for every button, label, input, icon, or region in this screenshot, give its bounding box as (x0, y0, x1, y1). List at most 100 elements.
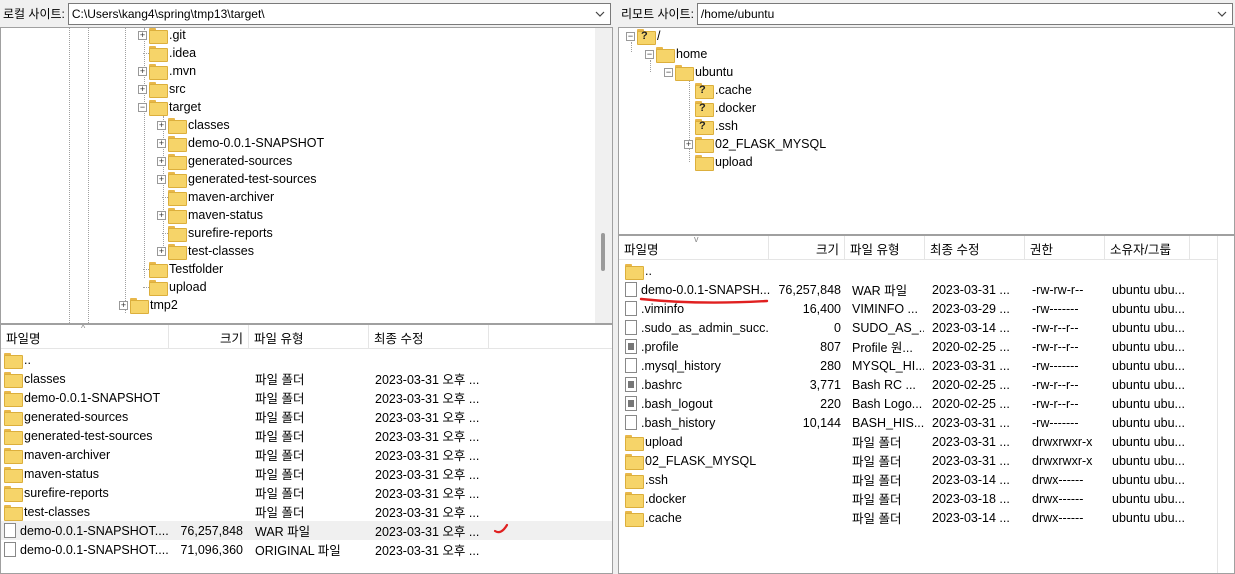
cell-text: .profile (641, 339, 679, 354)
table-row[interactable]: upload 파일 폴더 2023-03-31 ... drwxrwxr-x ubunt… (619, 432, 1234, 451)
table-row[interactable]: .bash_history 10,144 BASH_HIS... 2023-03-31… (619, 413, 1234, 432)
table-row[interactable]: maven-archiver 파일 폴더 2023-03-31 오후 ... (1, 445, 612, 464)
cell-size (769, 470, 841, 489)
local-site-bar: 로컬 사이트: C:\Users\kang4\spring\tmp13\targ… (0, 0, 613, 27)
local-col-name[interactable]: 파일명 (1, 325, 169, 349)
tree-node[interactable]: tmp2 (130, 296, 178, 314)
local-directory-tree[interactable]: + .git .idea + .mvn + src − target + classes + demo-… (0, 27, 613, 324)
tree-node[interactable]: 02_FLASK_MYSQL (695, 135, 826, 153)
table-row[interactable]: 02_FLASK_MYSQL 파일 폴더 2023-03-31 ... drwxrwx… (619, 451, 1234, 470)
cell-type: 파일 폴더 (852, 432, 924, 451)
tree-node[interactable]: ? .cache (695, 81, 752, 99)
tree-node[interactable]: Testfolder (149, 260, 223, 278)
tree-node[interactable]: .mvn (149, 62, 196, 80)
local-col-size[interactable]: 크기 (169, 325, 249, 349)
collapse-toggle-icon[interactable]: − (138, 103, 147, 112)
table-row[interactable]: classes 파일 폴더 2023-03-31 오후 ... (1, 369, 612, 388)
cell-text: 파일 폴더 (255, 506, 305, 520)
remote-col-permissions[interactable]: 권한 (1025, 236, 1105, 260)
remote-col-size[interactable]: 크기 (769, 236, 845, 260)
remote-site-path-combo[interactable]: /home/ubuntu (696, 2, 1233, 25)
collapse-toggle-icon[interactable]: − (626, 32, 635, 41)
expand-toggle-icon[interactable]: + (119, 301, 128, 310)
expand-toggle-icon[interactable]: + (157, 139, 166, 148)
table-row[interactable]: .sudo_as_admin_succ... 0 SUDO_AS_... 2023-0… (619, 318, 1234, 337)
table-row[interactable]: demo-0.0.1-SNAPSHOT.... 76,257,848 WAR 파일 2… (1, 521, 612, 540)
remote-directory-tree[interactable]: −? / − home − ubuntu? .cache? .docker? .ssh +02_F… (618, 27, 1235, 235)
remote-file-list[interactable]: v 파일명 크기 파일 유형 최종 수정 권한 소유자/그룹 .. demo-0.… (618, 235, 1235, 574)
tree-node[interactable]: upload (695, 153, 753, 171)
chevron-down-icon[interactable] (1215, 7, 1229, 21)
table-row[interactable]: .bash_logout 220 Bash Logo... 2020-02-25 ..… (619, 394, 1234, 413)
expand-toggle-icon[interactable]: + (138, 85, 147, 94)
cell-size (169, 369, 243, 388)
cell-name: demo-0.0.1-SNAPSHOT.... (4, 540, 169, 559)
tree-node[interactable]: upload (149, 278, 207, 296)
tree-node[interactable]: generated-test-sources (168, 170, 317, 188)
tree-node[interactable]: src (149, 80, 186, 98)
folder-icon (4, 409, 23, 426)
tree-node[interactable]: ? / (637, 28, 660, 45)
tree-node-label: generated-test-sources (188, 172, 317, 186)
tree-node[interactable]: classes (168, 116, 230, 134)
expand-toggle-icon[interactable]: + (684, 140, 693, 149)
tree-node[interactable]: test-classes (168, 242, 254, 260)
expand-toggle-icon[interactable]: + (138, 31, 147, 40)
table-row[interactable]: .bashrc 3,771 Bash RC ... 2020-02-25 ... -rw… (619, 375, 1234, 394)
tree-node[interactable]: ubuntu (675, 63, 733, 81)
table-row[interactable]: generated-test-sources 파일 폴더 2023-03-31 오후… (1, 426, 612, 445)
table-row[interactable]: test-classes 파일 폴더 2023-03-31 오후 ... (1, 502, 612, 521)
expand-toggle-icon[interactable]: + (157, 157, 166, 166)
tree-node[interactable]: .git (149, 28, 186, 44)
tree-node[interactable]: demo-0.0.1-SNAPSHOT (168, 134, 324, 152)
remote-col-modified[interactable]: 최종 수정 (925, 236, 1025, 260)
expand-toggle-icon[interactable]: + (157, 211, 166, 220)
expand-toggle-icon[interactable]: + (157, 175, 166, 184)
tree-node[interactable]: ? .docker (695, 99, 756, 117)
table-row[interactable]: .. (619, 261, 1234, 280)
tree-node[interactable]: generated-sources (168, 152, 292, 170)
local-file-list[interactable]: ^ 파일명 크기 파일 유형 최종 수정 .. classes 파일 폴더 2023-… (0, 324, 613, 574)
tree-node[interactable]: maven-status (168, 206, 263, 224)
local-site-path-combo[interactable]: C:\Users\kang4\spring\tmp13\target\ (67, 2, 611, 25)
tree-node[interactable]: maven-archiver (168, 188, 274, 206)
table-row[interactable]: demo-0.0.1-SNAPSHOT.... 71,096,360 ORIGINA… (1, 540, 612, 559)
local-col-modified[interactable]: 최종 수정 (369, 325, 489, 349)
tree-node[interactable]: surefire-reports (168, 224, 273, 242)
local-tree-scroll-thumb[interactable] (601, 233, 605, 271)
table-row[interactable]: generated-sources 파일 폴더 2023-03-31 오후 ... (1, 407, 612, 426)
cell-modified: 2020-02-25 ... (932, 375, 1024, 394)
expand-toggle-icon[interactable]: + (157, 247, 166, 256)
remote-list-scrollbar[interactable] (1217, 236, 1234, 573)
table-row[interactable]: .. (1, 350, 612, 369)
table-row[interactable]: .ssh 파일 폴더 2023-03-14 ... drwx------ ubuntu … (619, 470, 1234, 489)
table-row[interactable]: .mysql_history 280 MYSQL_HI... 2023-03-31 .… (619, 356, 1234, 375)
remote-col-type[interactable]: 파일 유형 (845, 236, 925, 260)
tree-node[interactable]: home (656, 45, 707, 63)
collapse-toggle-icon[interactable]: − (645, 50, 654, 59)
cell-text: .sudo_as_admin_succ... (641, 320, 770, 335)
table-row[interactable]: surefire-reports 파일 폴더 2023-03-31 오후 ... (1, 483, 612, 502)
table-row[interactable]: demo-0.0.1-SNAPSHOT 파일 폴더 2023-03-31 오후 ..… (1, 388, 612, 407)
table-row[interactable]: .profile 807 Profile 원... 2020-02-25 ... -rw… (619, 337, 1234, 356)
tree-node[interactable]: .idea (149, 44, 196, 62)
tree-node[interactable]: ? .ssh (695, 117, 738, 135)
chevron-down-icon[interactable] (593, 7, 607, 21)
tree-node[interactable]: target (149, 98, 201, 116)
expand-toggle-icon[interactable]: + (157, 121, 166, 130)
cell-size: 76,257,848 (169, 521, 243, 540)
cell-name: .cache (625, 508, 770, 527)
table-row[interactable]: .docker 파일 폴더 2023-03-18 ... drwx------ ubun… (619, 489, 1234, 508)
local-col-type[interactable]: 파일 유형 (249, 325, 369, 349)
cell-modified: 2023-03-31 ... (932, 280, 1024, 299)
expand-toggle-icon[interactable]: + (138, 67, 147, 76)
remote-col-name[interactable]: 파일명 (619, 236, 769, 260)
table-row[interactable]: .cache 파일 폴더 2023-03-14 ... drwx------ ubunt… (619, 508, 1234, 527)
table-row[interactable]: maven-status 파일 폴더 2023-03-31 오후 ... (1, 464, 612, 483)
cell-modified: 2023-03-14 ... (932, 470, 1024, 489)
collapse-toggle-icon[interactable]: − (664, 68, 673, 77)
local-tree-scrollbar[interactable] (595, 28, 612, 323)
remote-col-owner[interactable]: 소유자/그룹 (1105, 236, 1190, 260)
folder-icon (4, 428, 23, 445)
cell-text: .docker (645, 491, 686, 506)
